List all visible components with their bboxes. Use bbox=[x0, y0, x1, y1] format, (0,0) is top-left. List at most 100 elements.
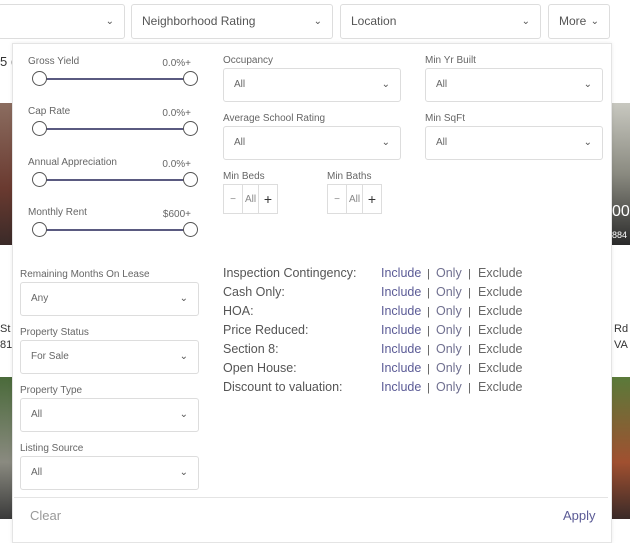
gross-yield-value: 0.0%+ bbox=[162, 58, 191, 69]
section-8-label: Section 8: bbox=[223, 342, 279, 356]
background-text: 00 bbox=[612, 203, 630, 220]
min-baths-label: Min Baths bbox=[327, 171, 372, 182]
separator: | bbox=[427, 268, 430, 280]
gross-yield-slider-track[interactable] bbox=[40, 78, 190, 80]
min-sqft-label: Min SqFt bbox=[425, 113, 466, 124]
cap-rate-slider-max-handle[interactable] bbox=[183, 121, 198, 136]
gross-yield-label: Gross Yield bbox=[28, 56, 80, 67]
chevron-down-icon: ⌄ bbox=[313, 16, 322, 27]
cash-only-only-option[interactable]: Only bbox=[436, 285, 462, 299]
annual-appreciation-slider-track[interactable] bbox=[40, 179, 190, 181]
cash-only-exclude-option[interactable]: Exclude bbox=[478, 285, 522, 299]
section-8-only-option[interactable]: Only bbox=[436, 342, 462, 356]
inspection-contingency-only-option[interactable]: Only bbox=[436, 266, 462, 280]
separator: | bbox=[468, 344, 471, 356]
background-text: 884 bbox=[612, 230, 628, 240]
cap-rate-value: 0.0%+ bbox=[162, 108, 191, 119]
minus-icon[interactable]: − bbox=[224, 185, 242, 213]
toggle-row-hoa: HOA: Include | Only | Exclude bbox=[223, 304, 623, 323]
annual-appreciation-slider-max-handle[interactable] bbox=[183, 172, 198, 187]
hoa-label: HOA: bbox=[223, 304, 254, 318]
plus-icon[interactable]: + bbox=[259, 185, 277, 213]
cap-rate-label: Cap Rate bbox=[28, 106, 71, 117]
listing-source-label: Listing Source bbox=[20, 443, 84, 454]
discount-to-valuation-include-option[interactable]: Include bbox=[381, 380, 421, 394]
average-school-rating-select[interactable]: All ⌄ bbox=[223, 126, 401, 160]
cash-only-include-option[interactable]: Include bbox=[381, 285, 421, 299]
hoa-only-option[interactable]: Only bbox=[436, 304, 462, 318]
separator: | bbox=[427, 287, 430, 299]
background-listing-image-right bbox=[612, 103, 630, 245]
background-listing-image-left bbox=[0, 103, 12, 245]
background-text: St bbox=[0, 323, 11, 335]
apply-button[interactable]: Apply bbox=[563, 508, 596, 523]
gross-yield-slider-min-handle[interactable] bbox=[32, 71, 47, 86]
footer-divider bbox=[14, 497, 608, 498]
open-house-label: Open House: bbox=[223, 361, 297, 375]
min-beds-stepper: − All + bbox=[223, 184, 278, 214]
chevron-down-icon: ⌄ bbox=[179, 409, 188, 420]
open-house-only-option[interactable]: Only bbox=[436, 361, 462, 375]
toggle-row-open-house: Open House: Include | Only | Exclude bbox=[223, 361, 623, 380]
separator: | bbox=[468, 287, 471, 299]
separator: | bbox=[427, 325, 430, 337]
open-house-include-option[interactable]: Include bbox=[381, 361, 421, 375]
monthly-rent-slider-min-handle[interactable] bbox=[32, 222, 47, 237]
remaining-months-on-lease-select[interactable]: Any ⌄ bbox=[20, 282, 199, 316]
occupancy-label: Occupancy bbox=[223, 55, 274, 66]
hoa-exclude-option[interactable]: Exclude bbox=[478, 304, 522, 318]
price-reduced-include-option[interactable]: Include bbox=[381, 323, 421, 337]
open-house-exclude-option[interactable]: Exclude bbox=[478, 361, 522, 375]
chevron-down-icon: ⌄ bbox=[583, 137, 592, 148]
separator: | bbox=[427, 306, 430, 318]
cap-rate-slider-track[interactable] bbox=[40, 128, 190, 130]
min-baths-stepper: − All + bbox=[327, 184, 382, 214]
min-beds-value: All bbox=[242, 185, 259, 213]
chevron-down-icon: ⌄ bbox=[381, 137, 390, 148]
hoa-include-option[interactable]: Include bbox=[381, 304, 421, 318]
filter-dropdown-location[interactable]: Location ⌄ bbox=[340, 4, 541, 39]
clear-button[interactable]: Clear bbox=[30, 508, 61, 523]
price-reduced-exclude-option[interactable]: Exclude bbox=[478, 323, 522, 337]
filter-dropdown-neighborhood-rating[interactable]: Neighborhood Rating ⌄ bbox=[131, 4, 333, 39]
gross-yield-slider-max-handle[interactable] bbox=[183, 71, 198, 86]
section-8-exclude-option[interactable]: Exclude bbox=[478, 342, 522, 356]
filter-dropdown-price[interactable]: ⌄ bbox=[0, 4, 125, 39]
separator: | bbox=[427, 344, 430, 356]
monthly-rent-slider-track[interactable] bbox=[40, 229, 190, 231]
plus-icon[interactable]: + bbox=[363, 185, 381, 213]
min-yr-built-select[interactable]: All ⌄ bbox=[425, 68, 603, 102]
property-type-select[interactable]: All ⌄ bbox=[20, 398, 199, 432]
discount-to-valuation-label: Discount to valuation: bbox=[223, 380, 343, 394]
annual-appreciation-slider-min-handle[interactable] bbox=[32, 172, 47, 187]
min-beds-label: Min Beds bbox=[223, 171, 265, 182]
separator: | bbox=[427, 382, 430, 394]
inspection-contingency-exclude-option[interactable]: Exclude bbox=[478, 266, 522, 280]
annual-appreciation-label: Annual Appreciation bbox=[28, 157, 117, 168]
chevron-down-icon: ⌄ bbox=[179, 467, 188, 478]
occupancy-select[interactable]: All ⌄ bbox=[223, 68, 401, 102]
min-sqft-select[interactable]: All ⌄ bbox=[425, 126, 603, 160]
cap-rate-slider-min-handle[interactable] bbox=[32, 121, 47, 136]
minus-icon[interactable]: − bbox=[328, 185, 346, 213]
section-8-include-option[interactable]: Include bbox=[381, 342, 421, 356]
discount-to-valuation-only-option[interactable]: Only bbox=[436, 380, 462, 394]
listing-source-select[interactable]: All ⌄ bbox=[20, 456, 199, 490]
chevron-down-icon: ⌄ bbox=[381, 79, 390, 90]
property-status-select[interactable]: For Sale ⌄ bbox=[20, 340, 199, 374]
inspection-contingency-include-option[interactable]: Include bbox=[381, 266, 421, 280]
separator: | bbox=[468, 306, 471, 318]
discount-to-valuation-exclude-option[interactable]: Exclude bbox=[478, 380, 522, 394]
toggle-row-price-reduced: Price Reduced: Include | Only | Exclude bbox=[223, 323, 623, 342]
filter-dropdown-more[interactable]: More ⌄ bbox=[548, 4, 610, 39]
toggle-row-cash-only: Cash Only: Include | Only | Exclude bbox=[223, 285, 623, 304]
separator: | bbox=[427, 363, 430, 375]
chevron-down-icon: ⌄ bbox=[105, 16, 114, 27]
monthly-rent-label: Monthly Rent bbox=[28, 207, 87, 218]
price-reduced-only-option[interactable]: Only bbox=[436, 323, 462, 337]
monthly-rent-slider-max-handle[interactable] bbox=[183, 222, 198, 237]
remaining-months-on-lease-label: Remaining Months On Lease bbox=[20, 269, 150, 280]
separator: | bbox=[468, 382, 471, 394]
background-text: 81 bbox=[0, 339, 13, 351]
toggle-row-discount-to-valuation: Discount to valuation: Include | Only | … bbox=[223, 380, 623, 399]
